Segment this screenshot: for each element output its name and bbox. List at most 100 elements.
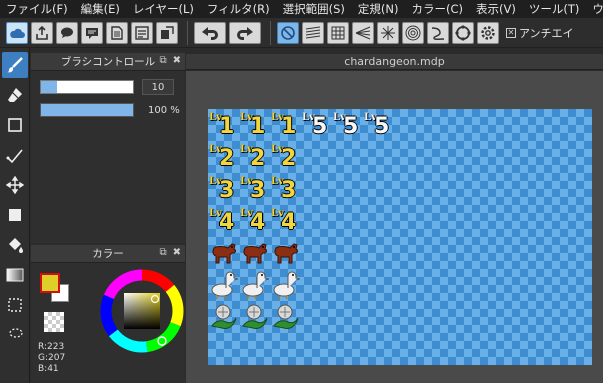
menu-filter[interactable]: フィルタ(R)	[201, 0, 277, 18]
lv-number: 5	[374, 114, 390, 139]
menu-layer[interactable]: レイヤー(L)	[127, 0, 201, 18]
level-2-sprite: Lv 2	[208, 142, 239, 172]
fill-rect-tool-icon[interactable]	[2, 202, 28, 228]
grid-snap-icon[interactable]	[327, 21, 349, 44]
transparent-color-swatch[interactable]	[44, 312, 64, 332]
rectangle-select-tool-icon[interactable]	[2, 112, 28, 138]
flower-sprite	[208, 302, 239, 332]
menu-edit[interactable]: 編集(E)	[75, 0, 127, 18]
antialias-toggle[interactable]: ✕ アンチエイ	[506, 25, 574, 41]
brush-opacity-slider[interactable]	[40, 103, 134, 117]
level-4-sprite: Lv 4	[208, 206, 239, 236]
document-title[interactable]: chardangeon.mdp	[186, 54, 603, 70]
lv-number: 2	[281, 146, 297, 171]
lv-number: 1	[219, 114, 235, 139]
cloud-icon[interactable]	[6, 21, 28, 44]
undo-icon[interactable]	[194, 21, 226, 44]
menu-tool[interactable]: ツール(T)	[523, 0, 587, 18]
foreground-color-swatch[interactable]	[40, 273, 60, 293]
lasso-tool-icon[interactable]	[2, 322, 28, 348]
lv-number: 2	[250, 146, 266, 171]
perspective-snap-icon[interactable]	[352, 21, 374, 44]
donkey-sprite	[270, 238, 301, 268]
panel-float-icon[interactable]: ⧉	[159, 55, 166, 66]
lv-number: 3	[281, 178, 297, 203]
color-panel-header: カラー ⧉ ✖	[31, 245, 185, 263]
antialias-checkbox[interactable]: ✕	[506, 27, 516, 38]
level-5-sprite: Lv 5	[301, 110, 332, 140]
color-r-value: R:223	[38, 342, 65, 352]
level-4-sprite: Lv 4	[239, 206, 270, 236]
level-5-sprite: Lv 5	[363, 110, 394, 140]
lv-number: 5	[343, 114, 359, 139]
page-icon[interactable]	[106, 21, 128, 44]
level-3-sprite: Lv 3	[270, 174, 301, 204]
brush-panel-header: ブラシコントロール ⧉ ✖	[31, 53, 185, 71]
app-window: ファイル(F) 編集(E) レイヤー(L) フィルタ(R) 選択範囲(S) 定規…	[0, 0, 603, 383]
level-5-sprite: Lv 5	[332, 110, 363, 140]
line-tool-icon[interactable]	[2, 142, 28, 168]
menu-color[interactable]: カラー(C)	[405, 0, 470, 18]
brush-tool-icon[interactable]	[2, 52, 28, 78]
menu-select[interactable]: 選択範囲(S)	[277, 0, 352, 18]
toolbar-separator	[270, 20, 271, 45]
menu-view[interactable]: 表示(V)	[470, 0, 523, 18]
brush-opacity-value[interactable]: 100 %	[148, 105, 180, 116]
redo-icon[interactable]	[229, 21, 261, 44]
panel-close-icon[interactable]: ✖	[173, 247, 181, 258]
menubar: ファイル(F) 編集(E) レイヤー(L) フィルタ(R) 選択範囲(S) 定規…	[0, 0, 603, 18]
material-icon[interactable]	[156, 21, 178, 44]
gradient-tool-icon[interactable]	[2, 262, 28, 288]
lv-number: 4	[281, 210, 297, 235]
lv-number: 3	[250, 178, 266, 203]
color-wheel[interactable]	[100, 269, 184, 353]
lv-number: 1	[281, 114, 297, 139]
parallel-line-snap-icon[interactable]	[302, 21, 324, 44]
color-panel: カラー ⧉ ✖ R:223 G:207 B:41	[31, 245, 185, 383]
donkey-sprite	[208, 238, 239, 268]
flower-sprite	[270, 302, 301, 332]
chat-icon[interactable]	[56, 21, 78, 44]
curve-snap-icon[interactable]	[427, 21, 449, 44]
toolbar: ✕ アンチエイ	[0, 18, 603, 48]
level-2-sprite: Lv 2	[270, 142, 301, 172]
marquee-tool-icon[interactable]	[2, 292, 28, 318]
brush-control-panel: ブラシコントロール ⧉ ✖ 10 100 %	[31, 53, 185, 243]
share-icon[interactable]	[31, 21, 53, 44]
brush-size-slider[interactable]	[40, 80, 134, 94]
page-settings-icon[interactable]	[131, 21, 153, 44]
menu-file[interactable]: ファイル(F)	[0, 0, 75, 18]
color-swatches	[40, 273, 72, 305]
flower-sprite	[239, 302, 270, 332]
canvas[interactable]: Lv 1 Lv 1 Lv 1 Lv 5 Lv 5 Lv 5 Lv 2 Lv 2 Lv 2 Lv 3 Lv 3 Lv 3 Lv 4 L…	[208, 109, 592, 365]
panel-close-icon[interactable]: ✖	[173, 55, 181, 66]
move-tool-icon[interactable]	[2, 172, 28, 198]
lv-number: 2	[219, 146, 235, 171]
level-1-sprite: Lv 1	[270, 110, 301, 140]
brush-size-fill	[41, 81, 57, 93]
eraser-tool-icon[interactable]	[2, 82, 28, 108]
snap-off-icon[interactable]	[277, 21, 299, 44]
settings-icon[interactable]	[477, 21, 499, 44]
duck-sprite	[208, 270, 239, 300]
radial-snap-icon[interactable]	[377, 21, 399, 44]
brush-size-value[interactable]: 10	[142, 79, 174, 95]
level-1-sprite: Lv 1	[239, 110, 270, 140]
lv-number: 5	[312, 114, 328, 139]
level-1-sprite: Lv 1	[208, 110, 239, 140]
menu-window[interactable]: ウィ	[586, 0, 603, 18]
comment-icon[interactable]	[81, 21, 103, 44]
color-b-value: B:41	[38, 364, 59, 374]
circle-snap-icon[interactable]	[452, 21, 474, 44]
lv-number: 4	[250, 210, 266, 235]
concentric-snap-icon[interactable]	[402, 21, 424, 44]
bucket-tool-icon[interactable]	[2, 232, 28, 258]
canvas-area[interactable]: Lv 1 Lv 1 Lv 1 Lv 5 Lv 5 Lv 5 Lv 2 Lv 2 Lv 2 Lv 3 Lv 3 Lv 3 Lv 4 L…	[186, 71, 603, 383]
antialias-label: アンチエイ	[519, 26, 574, 40]
duck-sprite	[270, 270, 301, 300]
donkey-sprite	[239, 238, 270, 268]
lv-number: 4	[219, 210, 235, 235]
tool-palette	[0, 48, 30, 383]
menu-ruler[interactable]: 定規(N)	[352, 0, 406, 18]
panel-float-icon[interactable]: ⧉	[159, 247, 166, 258]
